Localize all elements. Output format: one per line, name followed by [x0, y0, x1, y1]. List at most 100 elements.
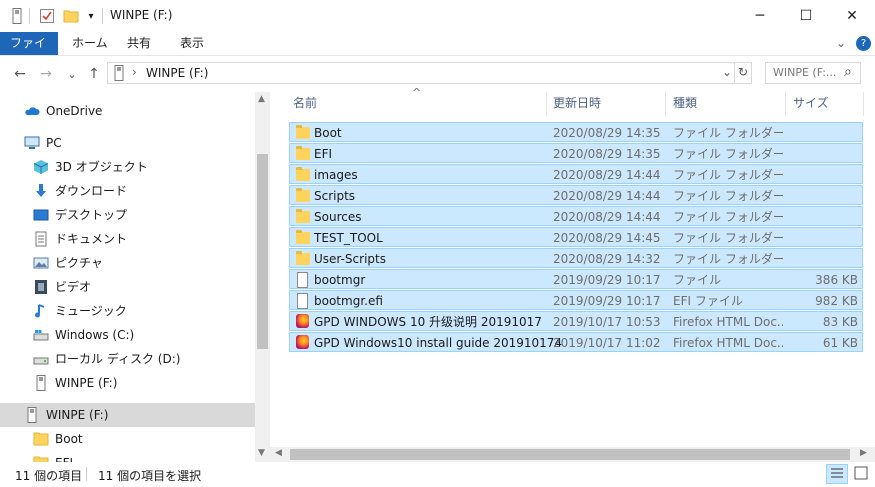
tab-share[interactable]: 共有 [117, 32, 161, 55]
sidebar-item-label: OneDrive [46, 104, 103, 118]
file-row[interactable]: Scripts 2020/08/29 14:44 ファイル フォルダー [289, 185, 863, 205]
up-button[interactable]: ↑ [84, 65, 104, 83]
scroll-right-arrow[interactable]: ▶ [860, 448, 867, 458]
desktop-icon [33, 207, 49, 223]
usb-drive-icon [114, 65, 124, 84]
file-type: ファイル フォルダー [673, 147, 783, 161]
new-folder-icon[interactable] [62, 6, 80, 26]
file-type: ファイル フォルダー [673, 126, 783, 140]
sidebar-item-3d-objects[interactable]: 3D オブジェクト [33, 156, 148, 178]
forward-button[interactable]: → [36, 65, 56, 83]
picture-icon [33, 255, 49, 271]
refresh-button[interactable]: ↻ [738, 65, 748, 79]
file-list-horizontal-scrollbar[interactable]: ◀ ▶ [270, 447, 875, 462]
file-date: 2020/08/29 14:35 [553, 147, 661, 161]
column-divider[interactable] [665, 92, 666, 116]
breadcrumb[interactable]: WINPE (F:) [146, 66, 208, 80]
folder-icon [296, 167, 310, 181]
music-icon [33, 303, 49, 319]
column-header-date[interactable]: 更新日時 [553, 92, 601, 116]
sidebar-item-desktop[interactable]: デスクトップ [33, 204, 127, 226]
properties-icon[interactable] [38, 6, 56, 26]
file-row[interactable]: images 2020/08/29 14:44 ファイル フォルダー [289, 164, 863, 184]
sidebar-item-music[interactable]: ミュージック [33, 300, 127, 322]
sidebar-item-videos[interactable]: ビデオ [33, 276, 91, 298]
back-button[interactable]: ← [10, 65, 30, 83]
search-input[interactable]: WINPE (F:... [773, 66, 836, 79]
sidebar-item-label: ドキュメント [55, 232, 128, 246]
scroll-down-arrow[interactable]: ▼ [258, 448, 265, 458]
search-icon[interactable]: ⌕ [844, 64, 852, 80]
column-header-size[interactable]: サイズ [793, 92, 829, 116]
file-type: Firefox HTML Doc... [673, 336, 783, 350]
status-bar: 11 個の項目 11 個の項目を選択 [0, 462, 875, 487]
search-box[interactable]: WINPE (F:... ⌕ [765, 62, 861, 84]
navigation-pane-scrollbar[interactable]: ▲ ▼ [255, 92, 270, 462]
file-size: 61 KB [822, 336, 858, 350]
address-dropdown-button[interactable]: ⌄ [722, 65, 732, 79]
file-row[interactable]: Boot 2020/08/29 14:35 ファイル フォルダー [289, 122, 863, 142]
recent-locations-button[interactable]: ⌄ [62, 65, 82, 83]
sidebar-item-winpe-f[interactable]: WINPE (F:) [33, 372, 117, 394]
file-row[interactable]: User-Scripts 2020/08/29 14:32 ファイル フォルダー [289, 248, 863, 268]
details-view-button[interactable] [826, 464, 848, 484]
file-date: 2019/10/17 11:02 [553, 336, 661, 350]
tab-home[interactable]: ホーム [62, 32, 118, 55]
file-row[interactable]: GPD WINDOWS 10 升级说明 20191017 2019/10/17 1… [289, 311, 863, 331]
column-header-name[interactable]: 名前 [293, 92, 317, 116]
selected-count: 11 個の項目を選択 [98, 469, 202, 483]
column-divider[interactable] [785, 92, 786, 116]
usb-drive-icon [33, 375, 49, 391]
scrollbar-thumb[interactable] [290, 449, 850, 460]
sidebar-item-label: ローカル ディスク (D:) [55, 352, 181, 366]
title-bar: ▾ WINPE (F:) ─ ☐ ✕ [0, 0, 875, 32]
sidebar-item-efi[interactable]: EFI [33, 452, 73, 462]
sidebar-item-downloads[interactable]: ダウンロード [33, 180, 127, 202]
file-type: ファイル フォルダー [673, 189, 783, 203]
file-row[interactable]: TEST_TOOL 2020/08/29 14:45 ファイル フォルダー [289, 227, 863, 247]
ribbon-expand-icon[interactable]: ⌄ [826, 32, 856, 55]
cloud-icon [24, 103, 40, 119]
scrollbar-thumb[interactable] [257, 154, 268, 349]
pc-icon [24, 135, 40, 151]
large-icons-view-button[interactable] [851, 464, 873, 484]
sidebar-item-onedrive[interactable]: OneDrive [24, 100, 102, 122]
column-divider[interactable] [546, 92, 547, 116]
sidebar-item-local-disk-d[interactable]: ローカル ディスク (D:) [33, 348, 180, 370]
scroll-left-arrow[interactable]: ◀ [275, 448, 282, 458]
sidebar-item-boot[interactable]: Boot [33, 428, 83, 450]
sidebar-item-winpe-f-root[interactable]: WINPE (F:) [24, 404, 108, 426]
sidebar-item-pc[interactable]: PC [24, 132, 62, 154]
file-type: ファイル フォルダー [673, 168, 783, 182]
quick-access-dropdown[interactable]: ▾ [84, 6, 98, 26]
item-count: 11 個の項目 [15, 469, 83, 483]
column-header-row: ^ 名前 更新日時 種類 サイズ [285, 86, 865, 116]
column-divider[interactable] [863, 92, 864, 116]
file-row[interactable]: GPD Windows10 install guide 201910174 201… [289, 332, 863, 352]
column-header-type[interactable]: 種類 [673, 92, 697, 116]
maximize-button[interactable]: ☐ [783, 0, 829, 32]
help-icon[interactable]: ? [856, 36, 871, 51]
file-date: 2020/08/29 14:44 [553, 189, 661, 203]
file-row[interactable]: bootmgr 2019/09/29 10:17 ファイル 386 KB [289, 269, 863, 289]
sidebar-item-windows-c[interactable]: Windows (C:) [33, 324, 134, 346]
usb-drive-icon[interactable] [8, 6, 26, 26]
scroll-up-arrow[interactable]: ▲ [258, 94, 265, 104]
minimize-button[interactable]: ─ [737, 0, 783, 32]
tab-file[interactable]: ファイル [0, 32, 58, 73]
folder-icon [296, 146, 310, 160]
breadcrumb-separator[interactable]: › [132, 65, 137, 79]
sidebar-item-documents[interactable]: ドキュメント [33, 228, 127, 250]
sidebar-item-label: 3D オブジェクト [55, 160, 148, 174]
details-view-icon [831, 468, 843, 478]
file-row[interactable]: bootmgr.efi 2019/09/29 10:17 EFI ファイル 982 K… [289, 290, 863, 310]
file-type: EFI ファイル [673, 294, 743, 308]
ribbon-tabs: ファイル ホーム 共有 表示 ⌄ ? [0, 32, 875, 73]
file-row[interactable]: Sources 2020/08/29 14:44 ファイル フォルダー [289, 206, 863, 226]
sidebar-item-pictures[interactable]: ピクチャ [33, 252, 103, 274]
file-type: ファイル フォルダー [673, 210, 783, 224]
address-bar[interactable]: › WINPE (F:) ⌄ ↻ [107, 62, 752, 84]
file-row[interactable]: EFI 2020/08/29 14:35 ファイル フォルダー [289, 143, 863, 163]
close-button[interactable]: ✕ [829, 0, 875, 32]
tab-view[interactable]: 表示 [170, 32, 214, 55]
